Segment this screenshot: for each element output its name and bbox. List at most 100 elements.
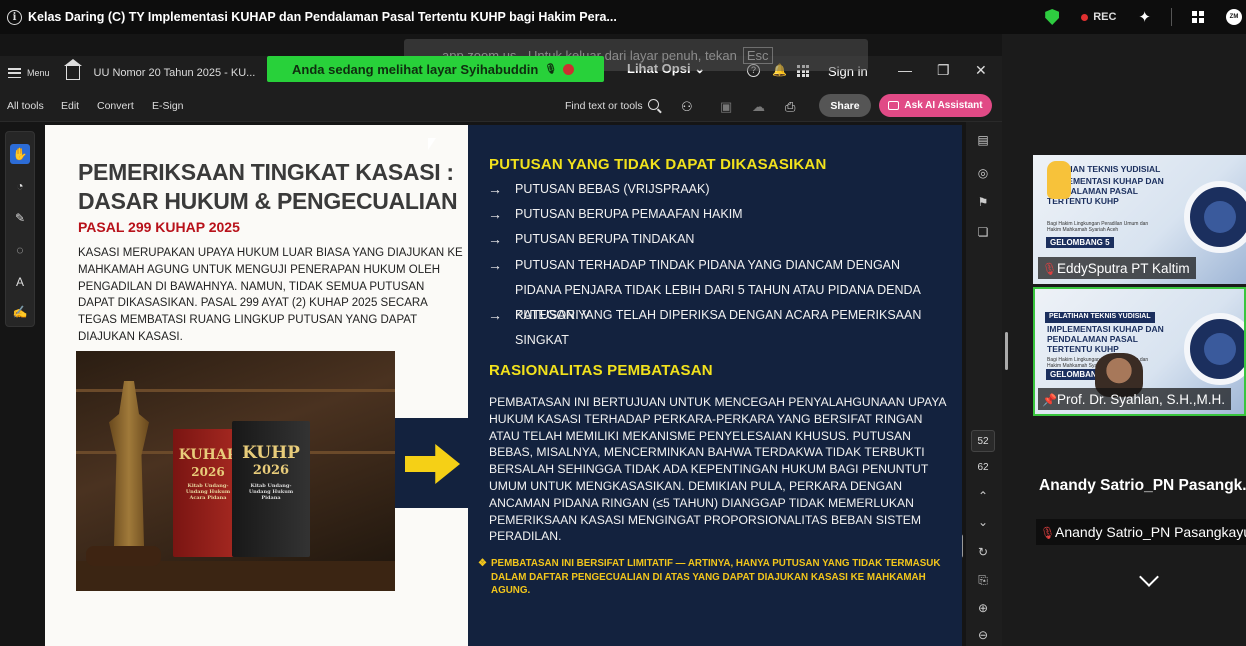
tile-subtitle: Bagi Hakim Lingkungan Peradilan Umum dan… [1047, 221, 1149, 233]
participant-name: 🎙 EddySputra PT Kaltim [1038, 257, 1196, 279]
ask-ai-label: Ask AI Assistant [904, 100, 983, 111]
save-icon[interactable]: ▣ [720, 99, 732, 115]
ai-chat-icon [888, 101, 900, 110]
list-item: → PUTUSAN YANG TELAH DIPERIKSA DENGAN ACA… [488, 303, 948, 353]
arrow-icon: → [488, 181, 502, 197]
esc-key: Esc [742, 46, 773, 64]
view-layout-icon[interactable] [1192, 11, 1204, 23]
pane-resize-handle[interactable] [1005, 332, 1008, 370]
text-select-icon[interactable]: A [10, 272, 30, 292]
lasso-icon[interactable]: ◌ [10, 240, 30, 260]
limitative-note: ❖ PEMBATASAN INI BERSIFAT LIMITATIF — ART… [478, 557, 948, 598]
slide-subtitle: PASAL 299 KUHAP 2025 [78, 219, 240, 235]
zoom-out-icon[interactable]: ⊖ [975, 627, 991, 643]
book2-year: 2026 [252, 463, 290, 478]
logo-emblem [1184, 181, 1246, 253]
rec-label: REC [1093, 11, 1117, 23]
page-up-icon[interactable]: ⌃ [975, 488, 991, 504]
mic-muted-icon: 🎙 [1040, 525, 1056, 540]
hand-tool-icon[interactable]: ✋ [10, 144, 30, 164]
kuhp-book: KUHP 2026 Kitab Undang-Undang Hukum Pida… [232, 421, 310, 557]
pen-icon[interactable]: ✎ [10, 208, 30, 228]
zoom-window: i Kelas Daring (C) TY Implementasi KUHAP… [0, 0, 1246, 646]
recording-indicator[interactable]: REC [1081, 11, 1116, 23]
info-icon[interactable]: i [7, 9, 22, 25]
current-page[interactable]: 52 [971, 430, 995, 452]
document-tab[interactable]: UU Nomor 20 Tahun 2025 - KU... [94, 67, 256, 79]
close-icon[interactable]: ✕ [975, 62, 987, 79]
book2-title: KUHP [242, 443, 300, 463]
total-pages: 62 [977, 462, 989, 473]
list-item: → PUTUSAN BERUPA PEMAAFAN HAKIM [488, 202, 948, 227]
bookmark-icon[interactable]: ⚑ [975, 194, 991, 210]
participant-display-name: Anandy Satrio_PN Pasangk... [1039, 477, 1246, 494]
tile-header: ...IHAN TEKNIS YUDISIAL [1057, 164, 1161, 174]
participant-name[interactable]: 🎙 Anandy Satrio_PN Pasangkayu [1036, 519, 1246, 545]
menu-label[interactable]: Menu [27, 68, 50, 78]
pin-icon: 📌 [1042, 392, 1057, 407]
rationale-paragraph: PEMBATASAN INI BERTUJUAN UNTUK MENCEGAH … [489, 395, 946, 544]
slide-right-panel: PUTUSAN YANG TIDAK DAPAT DIKASASIKAN → PU… [468, 125, 962, 646]
restore-icon[interactable]: ❐ [937, 62, 950, 79]
mouse-cursor-icon [428, 138, 436, 150]
divider [1171, 8, 1172, 26]
raised-hand-icon [1047, 161, 1071, 199]
pages-icon[interactable]: ❏ [975, 224, 991, 240]
record-dot-icon [1081, 13, 1089, 21]
home-icon[interactable] [63, 59, 82, 80]
comment-icon[interactable]: ◔ [10, 176, 30, 196]
participant-tile[interactable]: ...IHAN TEKNIS YUDISIAL IMPLEMENTASI KUH… [1033, 155, 1246, 284]
participant-tile-active[interactable]: PELATIHAN TEKNIS YUDISIAL IMPLEMENTASI K… [1033, 287, 1246, 416]
status-icon [563, 63, 575, 75]
banner-text: Anda sedang melihat layar Syihabuddin [292, 61, 539, 77]
sign-icon[interactable]: ✍ [10, 302, 30, 322]
zoom-in-icon[interactable]: ⊕ [975, 600, 991, 616]
tool-edit[interactable]: Edit [61, 100, 79, 112]
arrow-icon: → [488, 231, 502, 247]
fit-page-icon[interactable]: ⎘ [975, 572, 991, 588]
shield-icon[interactable] [1045, 9, 1060, 25]
tile-badge: GELOMBANG 5 [1046, 237, 1114, 248]
rotate-icon[interactable]: ↻ [975, 544, 991, 560]
slide-left-panel: PEMERIKSAAN TINGKAT KASASI : DASAR HUKUM… [45, 125, 468, 646]
slide-body: KASASI MERUPAKAN UPAYA HUKUM LUAR BIASA … [78, 247, 463, 343]
meeting-title: Kelas Daring (C) TY Implementasi KUHAP d… [28, 10, 617, 24]
page-down-icon[interactable]: ⌄ [975, 514, 991, 530]
ai-tools-icon[interactable]: ⚇ [681, 99, 693, 115]
shared-screen: Menu UU Nomor 20 Tahun 2025 - KU... Liha… [0, 34, 1002, 646]
right-tool-rail: ▤ ◎ ⚑ ❏ 52 62 ⌃ ⌄ ↻ ⎘ ⊕ ⊖ [966, 122, 1002, 646]
ai-sparkle-icon[interactable]: ✦ [1138, 8, 1151, 26]
mic-muted-icon: 🎙 [1042, 261, 1058, 276]
heading-non-appealable: PUTUSAN YANG TIDAK DAPAT DIKASASIKAN [489, 156, 827, 173]
tool-convert[interactable]: Convert [97, 100, 134, 112]
recognize-icon[interactable]: ◎ [975, 165, 991, 181]
share-button[interactable]: Share [819, 94, 871, 117]
menu-icon[interactable] [8, 68, 21, 78]
upload-icon[interactable]: ☁ [752, 99, 765, 115]
acrobat-toolbar: All tools Edit Convert E-Sign Find text … [0, 90, 1002, 122]
find-input[interactable]: Find text or tools [565, 100, 643, 112]
search-icon[interactable] [648, 99, 659, 110]
note-text: PEMBATASAN INI BERSIFAT LIMITATIF — ARTI… [491, 558, 941, 596]
tile-title: IMPLEMENTASI KUHAP DAN PENDALAMAN PASAL … [1047, 324, 1164, 354]
avatar[interactable]: ZM [1226, 9, 1242, 25]
diamond-bullet-icon: ❖ [478, 558, 487, 569]
arrow-icon: → [488, 206, 502, 222]
mic-off-icon: 🎙 [544, 63, 558, 75]
heading-rationale: RASIONALITAS PEMBATASAN [489, 362, 713, 379]
arrow-icon: → [488, 307, 502, 323]
list-item: → PUTUSAN BERUPA TINDAKAN [488, 227, 948, 252]
logo-emblem [1184, 313, 1246, 385]
left-tool-rail: ✋ ◔ ✎ ◌ A ✍ [5, 131, 35, 327]
participant-name: 📌 Prof. Dr. Syahlan, S.H.,M.H. [1038, 388, 1232, 410]
tool-esign[interactable]: E-Sign [152, 100, 184, 112]
law-books-image: KUHAP 2026 Kitab Undang-Undang Hukum Aca… [76, 351, 395, 591]
ask-ai-button[interactable]: Ask AI Assistant [879, 94, 992, 117]
book2-sub: Kitab Undang-Undang Hukum Pidana [248, 483, 294, 501]
viewing-screen-banner: Anda sedang melihat layar Syihabuddin 🎙 [267, 56, 604, 82]
lady-justice-statue [109, 381, 149, 546]
tool-all-tools[interactable]: All tools [7, 100, 44, 112]
print-icon[interactable]: ⎙ [785, 99, 795, 115]
minimize-icon[interactable]: — [898, 62, 912, 78]
comment-panel-icon[interactable]: ▤ [975, 132, 991, 148]
